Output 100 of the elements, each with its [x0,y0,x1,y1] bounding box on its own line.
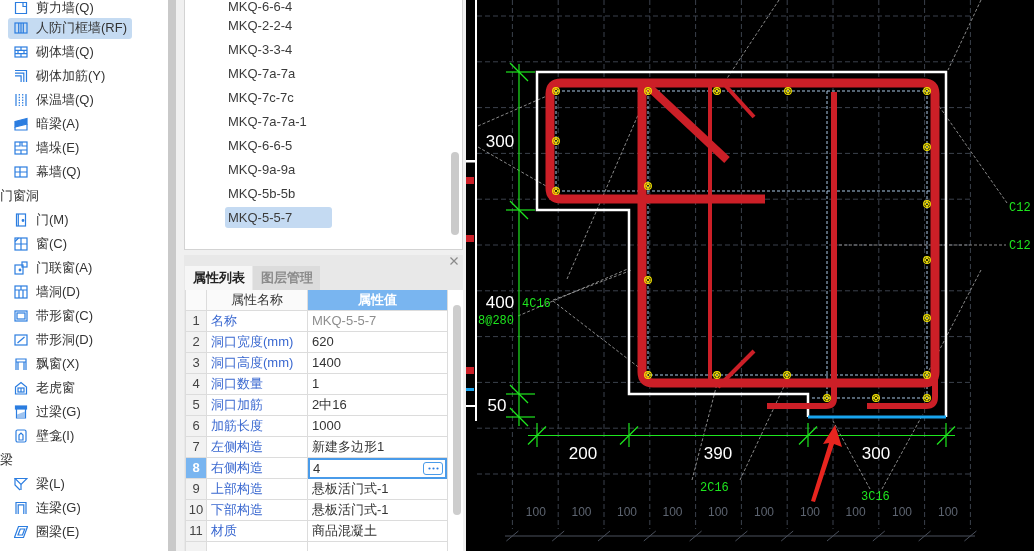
sidebar-item[interactable]: 连梁(G) [8,497,86,519]
rebar-marker-icon [923,314,931,322]
sidebar-item[interactable]: 圈梁(E) [8,521,85,543]
sidebar-item[interactable]: 带形窗(C) [8,305,99,327]
list-item[interactable]: MKQ-7c-7c [225,86,332,108]
sidebar-item[interactable]: 梁(L) [8,473,70,495]
rebar-marker-icon [823,394,831,402]
property-value-cell: 新建多边形1 [308,437,448,458]
scale-label: 100 [892,505,912,519]
rebar-marker-icon [783,371,791,379]
dimension-label: 50 [487,396,507,415]
strip-window-icon [14,309,28,323]
list-item[interactable]: MKQ-3-3-4 [225,38,332,60]
rebar-label: C12 [1009,201,1031,215]
niche-icon [14,429,28,443]
list-item[interactable]: MKQ-6-6-4 [225,0,332,13]
scrollbar[interactable] [453,305,461,515]
column-header[interactable]: 属性名称 [207,290,308,311]
rebar-marker-icon [923,143,931,151]
row-number-cell: 9 [186,479,207,500]
sidebar-item[interactable]: 窗(C) [8,233,73,255]
rebar-marker-icon [713,371,721,379]
dimension-label: 300 [485,132,515,151]
sidebar-item[interactable]: 墙洞(D) [8,281,86,303]
scale-label: 100 [938,505,958,519]
rebar-marker-icon [923,371,931,379]
wall-opening-icon [14,285,28,299]
scrollbar[interactable] [168,0,176,551]
rebar-label: 3C16 [861,490,890,504]
rebar-marker-icon [644,182,652,190]
rebar-marker-icon [644,87,652,95]
leader-line [947,0,982,71]
list-item[interactable]: MKQ-5b-5b [225,182,332,204]
scale-label: 100 [845,505,866,519]
sidebar-item[interactable]: 壁龛(I) [8,425,80,447]
ellipsis-icon [427,467,439,470]
hook-rebar [867,380,938,409]
row-number-cell: 5 [186,395,207,416]
property-name-cell: 上部构造 [207,479,308,500]
sidebar-item[interactable]: 砌体加筋(Y) [8,65,111,87]
dimension-label: 390 [703,444,733,463]
drawing-canvas[interactable]: 300 400 50 200 390 300 4C16 8@280 2C16 3C16 C12 C12 100 100 100 100 100 100 100 100 100 100 [466,0,1034,551]
beam-block-icon [14,117,28,131]
dimension-label: 200 [568,444,598,463]
frame-icon [14,501,28,515]
bay-window-icon [14,357,28,371]
door-window-icon [14,261,28,275]
rebar-marker-icon [552,187,560,195]
bars-icon [14,21,28,35]
dimension-label: 300 [861,444,891,463]
sidebar-item[interactable]: 暗梁(A) [8,113,85,135]
parallelogram-icon [14,525,28,539]
row-number-cell: 4 [186,374,207,395]
value-input-field[interactable]: 4 [308,458,447,479]
sidebar-item[interactable]: 砌体墙(Q) [8,41,99,63]
dashed-wall-icon [14,93,28,107]
sidebar-item[interactable]: 带形洞(D) [8,329,99,351]
list-item[interactable]: MKQ-2-2-4 [225,14,332,36]
property-value-cell: 商品混凝土 [308,521,448,542]
property-name-cell: 洞口高度(mm) [207,353,308,374]
list-item[interactable]: MKQ-7a-7a [225,62,332,84]
rebar-marker-icon [644,276,652,284]
rebar-marker-icon [923,394,931,402]
scrollbar[interactable] [451,152,459,235]
door-icon [14,213,28,227]
close-icon[interactable] [450,256,458,265]
sidebar-item[interactable]: 幕墙(Q) [8,161,86,183]
sidebar-item[interactable]: 保温墙(Q) [8,89,99,111]
row-number-cell: 3 [186,353,207,374]
sidebar-item[interactable]: 剪力墙(Q) [8,0,99,16]
property-value-cell: 1000 [308,416,448,437]
tab[interactable]: 属性列表 [185,266,252,290]
scale-label: 100 [800,505,820,519]
list-item[interactable]: MKQ-6-6-5 [225,134,332,156]
sidebar-item[interactable]: 过梁(G) [8,401,86,423]
property-name-cell: 材质 [207,521,308,542]
list-item[interactable]: MKQ-5-5-7 [225,206,332,228]
sidebar-item[interactable]: 门联窗(A) [8,257,98,279]
rebar-marker-icon [923,256,931,264]
property-value-cell: 悬板活门式-1 [308,479,448,500]
scale-label: 100 [525,505,546,519]
scale-label: 100 [617,505,637,519]
sidebar-item[interactable]: 人防门框墙(RF) [8,17,132,39]
row-number-cell: 10 [186,500,207,521]
list-item[interactable]: MKQ-7a-7a-1 [225,110,332,132]
list-item[interactable]: MKQ-9a-9a [225,158,332,180]
row-number-cell: 1 [186,311,207,332]
row-number-cell: 7 [186,437,207,458]
scale-label: 100 [708,505,728,519]
rebar-label: 8@280 [478,314,514,328]
sidebar-item[interactable]: 墙垛(E) [8,137,85,159]
sidebar-item[interactable]: 老虎窗 [8,377,80,399]
sidebar-item[interactable]: 飘窗(X) [8,353,85,375]
more-button[interactable] [423,462,443,475]
sidebar-item[interactable]: 门(M) [8,209,74,231]
lintel-icon [14,405,28,419]
diagonal-rebar [716,349,756,389]
row-number-cell: 11 [186,521,207,542]
property-value-cell: 1400 [308,353,448,374]
rebar-marker-icon [552,137,560,145]
